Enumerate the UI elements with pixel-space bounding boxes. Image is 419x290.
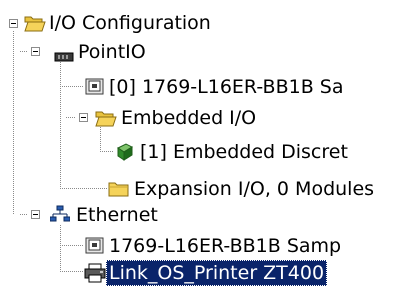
printer-icon	[84, 263, 106, 288]
folder-icon	[108, 180, 130, 203]
tree-line	[13, 31, 14, 214]
tree-line	[20, 51, 28, 52]
tree-line	[60, 245, 84, 246]
collapse-toggle[interactable]	[31, 210, 40, 219]
backplane-icon	[54, 46, 74, 68]
tree-label-ethernet[interactable]: Ethernet	[73, 202, 161, 228]
tree-label-io-configuration[interactable]: I/O Configuration	[46, 10, 214, 36]
module-icon	[85, 237, 105, 260]
collapse-toggle[interactable]	[31, 47, 40, 56]
tree-label-pointio[interactable]: PointIO	[75, 39, 149, 65]
tree-line	[60, 62, 61, 188]
collapse-toggle[interactable]	[9, 19, 18, 28]
tree-line	[60, 271, 84, 272]
folder-open-icon	[95, 109, 117, 132]
tree-line	[60, 225, 61, 271]
tree-line	[66, 117, 76, 118]
tree-label-ethernet-controller[interactable]: 1769-L16ER-BB1B Samp	[106, 233, 344, 259]
network-icon	[49, 205, 71, 228]
module-icon	[85, 78, 105, 101]
io-module-icon	[114, 142, 136, 167]
tree-line	[20, 214, 28, 215]
folder-open-icon	[24, 14, 46, 37]
io-configuration-tree[interactable]: I/O Configuration PointIO [0] 1769-L16ER…	[0, 0, 419, 290]
tree-label-embedded-io[interactable]: Embedded I/O	[118, 105, 259, 131]
tree-label-pointio-controller[interactable]: [0] 1769-L16ER-BB1B Sa	[106, 74, 346, 100]
tree-label-printer[interactable]: Link_OS_Printer ZT400	[106, 260, 328, 286]
collapse-toggle[interactable]	[79, 113, 88, 122]
tree-label-embedded-discrete[interactable]: [1] Embedded Discret	[137, 139, 351, 165]
tree-line	[60, 188, 108, 189]
tree-label-expansion-io[interactable]: Expansion I/O, 0 Modules	[131, 176, 377, 202]
tree-line	[100, 151, 114, 152]
tree-line	[60, 86, 84, 87]
